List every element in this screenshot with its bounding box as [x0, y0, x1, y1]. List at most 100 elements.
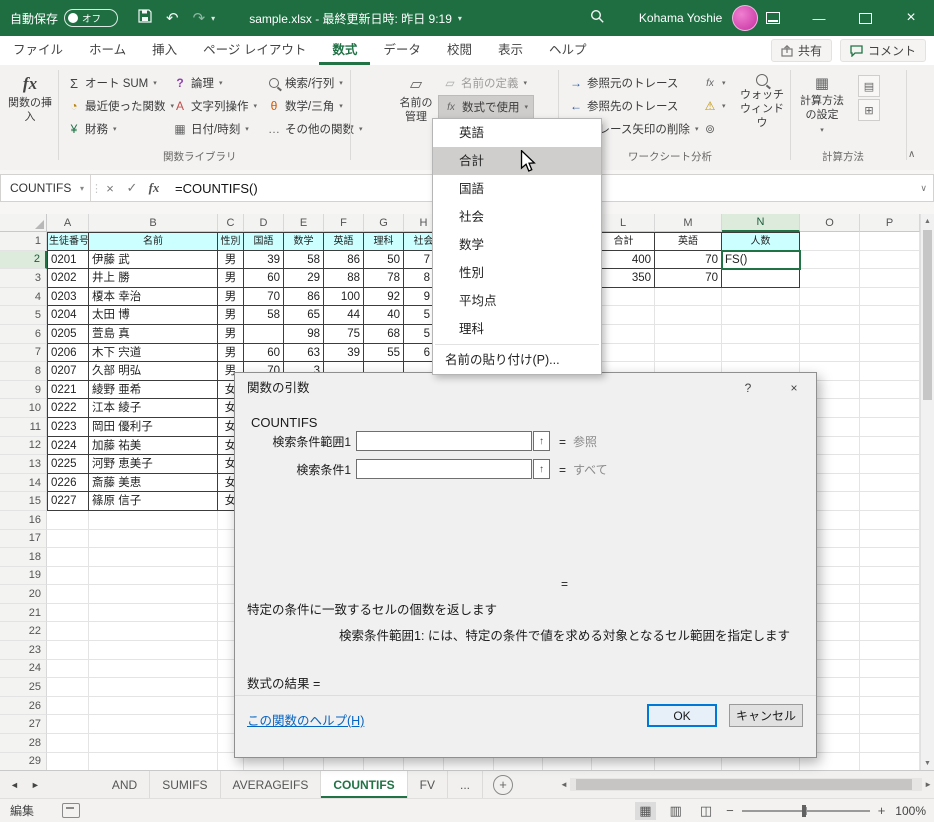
cell-F1[interactable]: 英語 — [324, 232, 364, 251]
cell-P26[interactable] — [860, 696, 920, 716]
cell-B10[interactable]: 江本 綾子 — [89, 399, 218, 418]
cell-M1[interactable]: 英語 — [655, 232, 722, 251]
cell-G2[interactable]: 50 — [364, 250, 404, 270]
cell-F6[interactable]: 75 — [324, 324, 364, 344]
select-all-corner[interactable] — [0, 214, 47, 232]
cell-E6[interactable]: 98 — [284, 324, 324, 344]
row-header-6[interactable]: 6 — [0, 324, 47, 344]
show-formulas-button[interactable]: fx ▾ — [698, 72, 731, 94]
cell-C7[interactable]: 男 — [218, 343, 244, 363]
comments-button[interactable]: コメント — [839, 39, 926, 62]
cell-A15[interactable]: 0227 — [47, 492, 89, 511]
save-icon[interactable] — [138, 9, 152, 27]
cell-N7[interactable] — [722, 343, 800, 363]
evaluate-formula-button[interactable]: ⊚ — [698, 118, 722, 140]
cell-P13[interactable] — [860, 455, 920, 474]
column-header-E[interactable]: E — [284, 214, 324, 232]
menu-item-paste-names[interactable]: 名前の貼り付け(P)... — [433, 346, 601, 374]
cell-A12[interactable]: 0224 — [47, 436, 89, 456]
cell-M6[interactable] — [655, 324, 722, 344]
page-break-view-icon[interactable]: ◫ — [696, 802, 716, 820]
cell-B4[interactable]: 榎本 幸治 — [89, 287, 218, 307]
row-header-11[interactable]: 11 — [0, 417, 47, 437]
row-header-10[interactable]: 10 — [0, 399, 47, 418]
sheet-tab-sumifs[interactable]: SUMIFS — [150, 771, 221, 798]
cell-C6[interactable]: 男 — [218, 324, 244, 344]
vertical-scroll-thumb[interactable] — [923, 230, 932, 400]
row-header-21[interactable]: 21 — [0, 603, 47, 623]
zoom-slider[interactable] — [741, 804, 870, 817]
cell-P2[interactable] — [860, 250, 920, 270]
cell-B26[interactable] — [89, 696, 218, 716]
cell-C5[interactable]: 男 — [218, 306, 244, 325]
cell-M5[interactable] — [655, 306, 722, 325]
row-header-13[interactable]: 13 — [0, 455, 47, 474]
row-header-24[interactable]: 24 — [0, 659, 47, 679]
cell-E1[interactable]: 数学 — [284, 232, 324, 251]
cell-P20[interactable] — [860, 585, 920, 604]
cell-E5[interactable]: 65 — [284, 306, 324, 325]
trace-precedents-button[interactable]: → 参照元のトレース — [564, 72, 683, 94]
cell-A6[interactable]: 0205 — [47, 324, 89, 344]
normal-view-icon[interactable]: ▦ — [635, 801, 656, 820]
cell-F4[interactable]: 100 — [324, 287, 364, 307]
cell-O7[interactable] — [800, 343, 860, 363]
row-header-3[interactable]: 3 — [0, 269, 47, 288]
cell-A19[interactable] — [47, 566, 89, 586]
menu-item-math[interactable]: 数学 — [433, 231, 601, 259]
math-trig-button[interactable]: θ 数学/三角 ▾ — [262, 95, 348, 117]
row-header-20[interactable]: 20 — [0, 585, 47, 604]
cell-D7[interactable]: 60 — [244, 343, 284, 363]
trace-dependents-button[interactable]: ← 参照先のトレース — [564, 95, 683, 117]
cell-N5[interactable] — [722, 306, 800, 325]
horizontal-scroll-thumb[interactable] — [575, 779, 913, 790]
cell-M4[interactable] — [655, 287, 722, 307]
cell-A24[interactable] — [47, 659, 89, 679]
column-header-N[interactable]: N — [722, 214, 800, 232]
row-header-2[interactable]: 2 — [0, 250, 47, 270]
cell-B29[interactable] — [89, 752, 218, 770]
cell-B25[interactable] — [89, 678, 218, 697]
row-header-27[interactable]: 27 — [0, 715, 47, 735]
menu-item-total[interactable]: 合計 — [433, 147, 601, 175]
cell-D5[interactable]: 58 — [244, 306, 284, 325]
cell-B9[interactable]: 綾野 亜希 — [89, 380, 218, 400]
cancel-entry-icon[interactable]: × — [99, 181, 121, 196]
accessibility-icon[interactable] — [62, 803, 81, 818]
dialog-close-icon[interactable]: × — [772, 373, 816, 403]
cell-F5[interactable]: 44 — [324, 306, 364, 325]
cell-A28[interactable] — [47, 734, 89, 753]
cell-D6[interactable] — [244, 324, 284, 344]
cell-P10[interactable] — [860, 399, 920, 418]
cell-G1[interactable]: 理科 — [364, 232, 404, 251]
cell-O2[interactable] — [800, 250, 860, 270]
ok-button[interactable]: OK — [647, 704, 717, 727]
row-header-26[interactable]: 26 — [0, 696, 47, 716]
cell-E4[interactable]: 86 — [284, 287, 324, 307]
cell-B17[interactable] — [89, 529, 218, 549]
cell-P24[interactable] — [860, 659, 920, 679]
cell-P28[interactable] — [860, 734, 920, 753]
cell-P1[interactable] — [860, 232, 920, 251]
menu-item-average[interactable]: 平均点 — [433, 287, 601, 315]
cell-A20[interactable] — [47, 585, 89, 604]
cell-B20[interactable] — [89, 585, 218, 604]
cell-B16[interactable] — [89, 510, 218, 530]
tab-page-layout[interactable]: ページ レイアウト — [190, 36, 319, 65]
cell-O4[interactable] — [800, 287, 860, 307]
zoom-out-icon[interactable]: − — [726, 803, 734, 818]
cell-B2[interactable]: 伊藤 武 — [89, 250, 218, 270]
column-header-D[interactable]: D — [244, 214, 284, 232]
cell-A13[interactable]: 0225 — [47, 455, 89, 474]
row-header-22[interactable]: 22 — [0, 622, 47, 642]
horizontal-scrollbar[interactable]: ◄ ► — [560, 776, 932, 793]
cell-P14[interactable] — [860, 473, 920, 493]
use-in-formula-button[interactable]: fx 数式で使用 ▾ — [438, 95, 535, 119]
row-header-28[interactable]: 28 — [0, 734, 47, 753]
confirm-entry-icon[interactable]: ✓ — [121, 180, 143, 196]
tab-data[interactable]: データ — [370, 36, 434, 65]
cell-F7[interactable]: 39 — [324, 343, 364, 363]
cell-N4[interactable] — [722, 287, 800, 307]
cell-A17[interactable] — [47, 529, 89, 549]
cell-N3[interactable] — [722, 269, 800, 288]
